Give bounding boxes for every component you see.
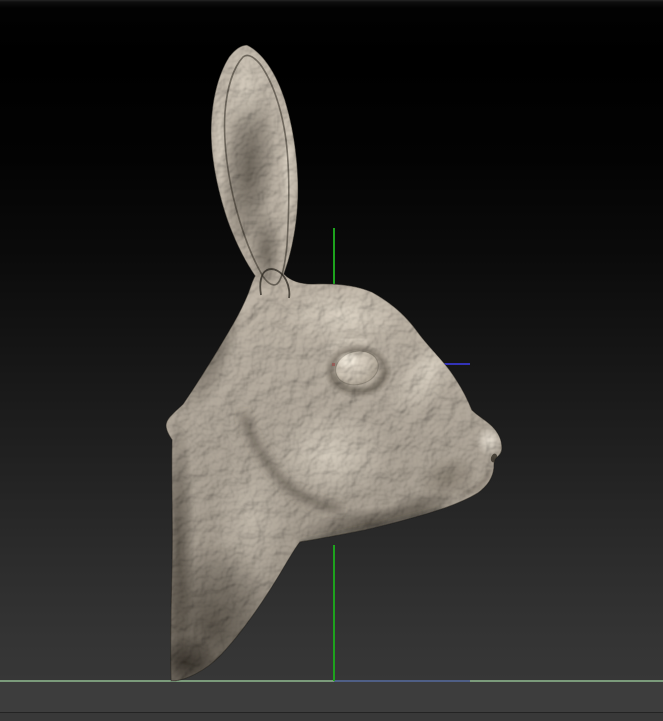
skull-highlight [283, 286, 407, 346]
ear-top-highlight [223, 50, 271, 134]
model-surface [150, 30, 530, 710]
nose-tip-highlight [476, 426, 502, 456]
chest-shadow [150, 540, 274, 710]
model-shading [150, 30, 530, 710]
x-axis-origin-dot [332, 363, 335, 366]
ear-base-shadow [249, 210, 283, 290]
sculpt-viewport[interactable] [0, 0, 663, 721]
rabbit-head-model[interactable] [0, 0, 663, 721]
chest-deep-shadow [154, 635, 218, 691]
